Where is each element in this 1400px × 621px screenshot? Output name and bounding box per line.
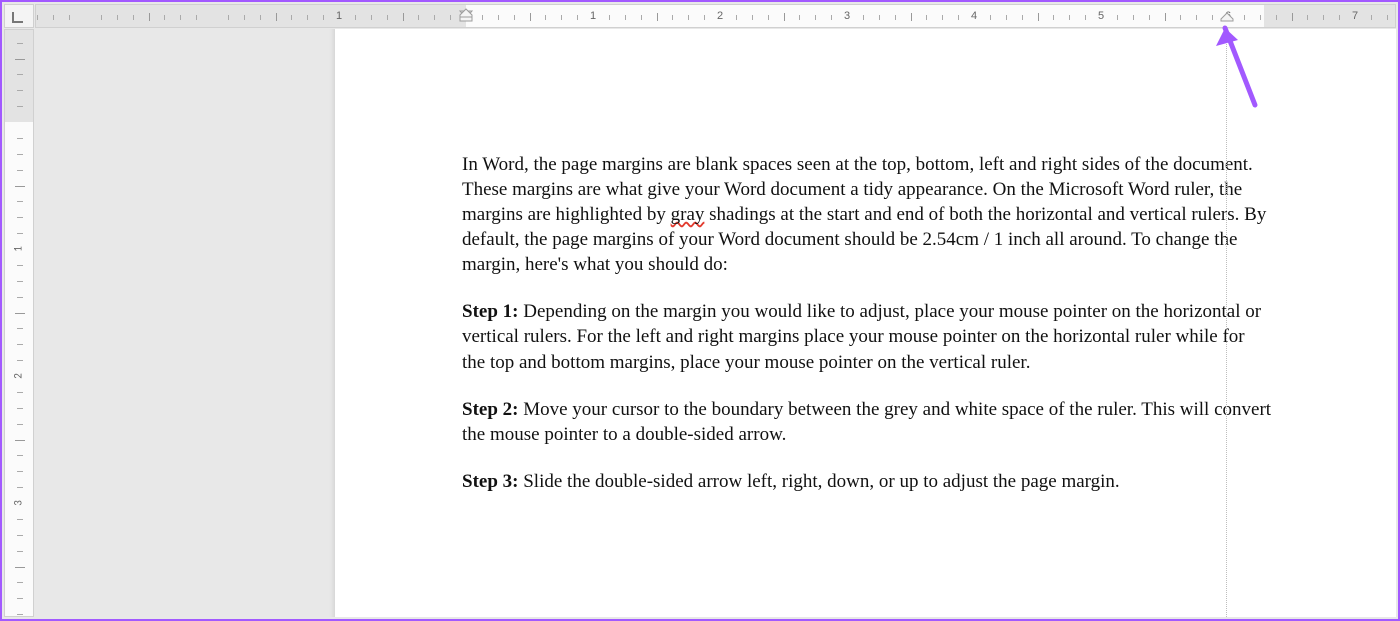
step1-label: Step 1: xyxy=(462,301,518,322)
step2-label: Step 2: xyxy=(462,399,518,420)
step3-text: Slide the double-sided arrow left, right… xyxy=(518,471,1119,492)
right-margin-guide-line xyxy=(1226,29,1227,617)
h-ruler-ticks: 11234567 xyxy=(36,5,1395,27)
step2-text: Move your cursor to the boundary between… xyxy=(462,399,1271,445)
step3-label: Step 3: xyxy=(462,471,518,492)
horizontal-ruler[interactable]: 11234567 xyxy=(35,4,1396,28)
document-body-text[interactable]: In Word, the page margins are blank spac… xyxy=(462,152,1272,516)
v-ruler-top-margin-shade xyxy=(5,30,33,122)
vertical-ruler[interactable]: 123 xyxy=(4,29,34,617)
right-indent-marker[interactable] xyxy=(1220,8,1234,27)
document-page[interactable]: In Word, the page margins are blank spac… xyxy=(335,29,1396,617)
document-scroll-area[interactable]: In Word, the page margins are blank spac… xyxy=(35,29,1396,617)
step1-text: Depending on the margin you would like t… xyxy=(462,301,1261,372)
hanging-indent-marker[interactable] xyxy=(459,8,473,27)
spelling-error-word[interactable]: gray xyxy=(671,204,705,225)
ruler-corner-tab-selector[interactable] xyxy=(4,4,34,28)
